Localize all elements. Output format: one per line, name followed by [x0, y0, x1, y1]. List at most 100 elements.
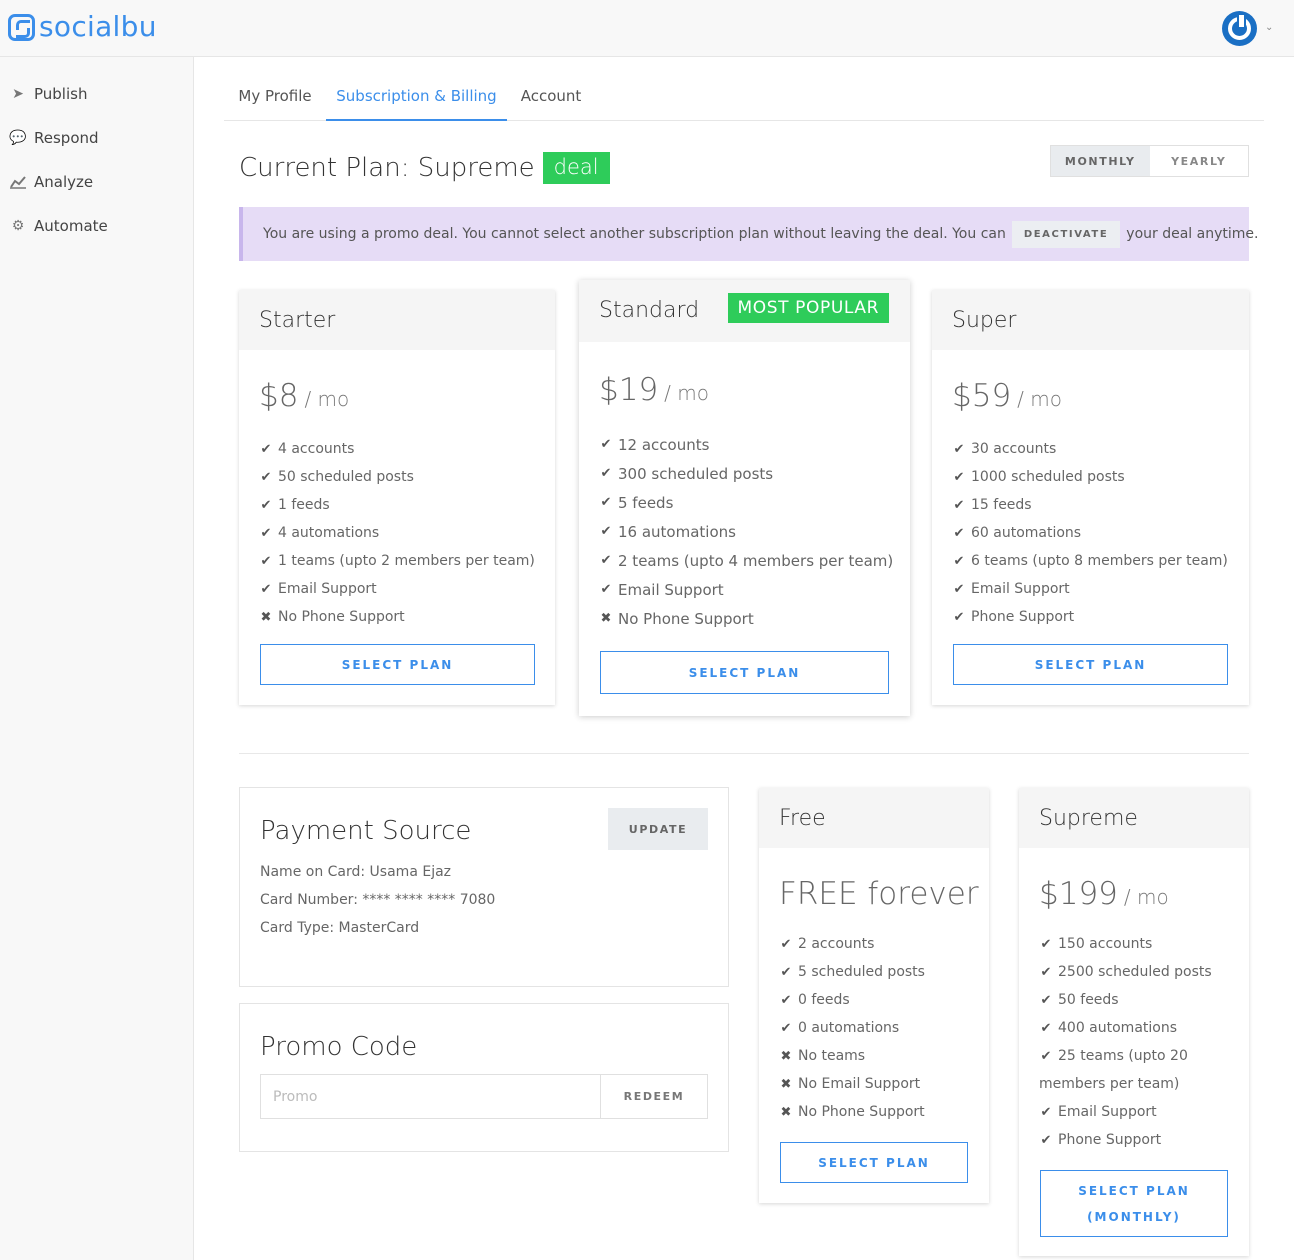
check-icon: ✔: [600, 466, 612, 481]
alert-text: You are using a promo deal. You cannot s…: [263, 226, 1006, 242]
check-icon: ✔: [600, 524, 612, 539]
most-popular-badge: MOST POPULAR: [727, 293, 889, 323]
feature-item: ✖ No Phone Support: [260, 609, 405, 625]
cross-icon: ✖: [600, 611, 612, 626]
check-icon: ✔: [953, 469, 965, 485]
feature-item: ✔ 150 accounts: [1040, 936, 1153, 952]
sidebar-item-automate[interactable]: ⚙ Automate: [10, 215, 108, 237]
check-icon: ✔: [780, 1020, 792, 1036]
plan-features: ✔ 2 accounts ✔ 5 scheduled posts ✔ 0 feeds …: [779, 930, 925, 1126]
feature-item: ✔ 5 scheduled posts: [780, 964, 925, 980]
check-icon: ✔: [953, 609, 965, 625]
plan-card-header: Super: [932, 290, 1249, 350]
cross-icon: ✖: [780, 1104, 792, 1120]
plan-features: ✔ 150 accounts ✔ 2500 scheduled posts ✔ 50 …: [1039, 930, 1212, 1154]
select-plan-monthly-button[interactable]: SELECT PLAN (MONTHLY): [1040, 1170, 1228, 1237]
gears-icon: ⚙: [11, 218, 25, 234]
card-type: Card Type: MasterCard: [260, 920, 420, 936]
check-icon: ✔: [600, 553, 612, 568]
plan-name: Standard: [599, 298, 700, 323]
tab-subscription-billing[interactable]: Subscription & Billing: [326, 76, 507, 121]
feature-item: ✔ 0 automations: [780, 1020, 900, 1036]
sidebar: ➤ Publish 💬 Respond Analyze ⚙ Automate: [0, 57, 194, 1260]
check-icon: ✔: [600, 495, 612, 510]
top-bar: socialbu ⌄: [0, 0, 1294, 57]
plan-name: Starter: [259, 308, 336, 333]
check-icon: ✔: [780, 936, 792, 952]
power-icon: [1228, 15, 1251, 40]
monthly-toggle-button[interactable]: MONTHLY: [1051, 146, 1150, 176]
socialbu-logo-icon: [8, 13, 35, 41]
select-plan-button[interactable]: SELECT PLAN: [780, 1142, 968, 1183]
sidebar-item-respond[interactable]: 💬 Respond: [9, 127, 98, 149]
plan-price: $199/ mo: [1039, 876, 1169, 912]
check-icon: ✔: [780, 992, 792, 1008]
plan-features: ✔ 30 accounts ✔ 1000 scheduled posts ✔ 15 f…: [952, 435, 1228, 631]
cross-icon: ✖: [780, 1048, 792, 1064]
sidebar-item-publish[interactable]: ➤ Publish: [10, 83, 87, 105]
feature-item: ✖ No Phone Support: [780, 1104, 925, 1120]
redeem-button[interactable]: REDEEM: [600, 1074, 708, 1119]
check-icon: ✔: [953, 553, 965, 569]
sidebar-item-analyze[interactable]: Analyze: [10, 171, 93, 193]
tab-my-profile[interactable]: My Profile: [224, 76, 326, 121]
check-icon: ✔: [780, 964, 792, 980]
feature-item: ✔ 0 feeds: [780, 992, 850, 1008]
feature-item: ✔ Email Support: [600, 580, 724, 599]
sidebar-item-label: Publish: [34, 85, 88, 103]
cross-icon: ✖: [780, 1076, 792, 1092]
settings-tabs: My Profile Subscription & Billing Accoun…: [224, 76, 1264, 121]
feature-item: ✔ Email Support: [953, 581, 1070, 597]
avatar[interactable]: [1222, 11, 1257, 46]
plan-price: FREE forever: [779, 876, 979, 912]
select-plan-button[interactable]: SELECT PLAN: [600, 651, 889, 694]
feature-item-continued: members per team): [1039, 1076, 1180, 1092]
feature-item: ✔ 60 automations: [953, 525, 1082, 541]
check-icon: ✔: [260, 441, 272, 457]
check-icon: ✔: [1040, 1104, 1052, 1120]
feature-item: ✖ No Phone Support: [600, 609, 754, 628]
promo-code-title: Promo Code: [260, 1032, 418, 1062]
plan-card-header: Standard MOST POPULAR: [579, 280, 910, 342]
section-divider: [239, 753, 1249, 754]
chevron-down-icon[interactable]: ⌄: [1265, 22, 1273, 33]
plan-features: ✔ 12 accounts ✔ 300 scheduled posts ✔ 5 fee…: [599, 430, 894, 633]
feature-item: ✔ 4 accounts: [260, 441, 355, 457]
tab-account[interactable]: Account: [507, 76, 595, 121]
feature-item: ✖ No Email Support: [780, 1076, 921, 1092]
check-icon: ✔: [260, 553, 272, 569]
feature-item: ✖ No teams: [780, 1048, 866, 1064]
check-icon: ✔: [260, 525, 272, 541]
promo-deal-alert: You are using a promo deal. You cannot s…: [239, 207, 1258, 261]
select-plan-button[interactable]: SELECT PLAN: [260, 644, 535, 685]
promo-code-input[interactable]: [260, 1074, 601, 1119]
select-plan-button-period: (MONTHLY): [1087, 1209, 1181, 1224]
logo-text: socialbu: [39, 10, 157, 43]
feature-item: ✔ 2 accounts: [780, 936, 875, 952]
check-icon: ✔: [1040, 1132, 1052, 1148]
feature-item: ✔ 6 teams (upto 8 members per team): [953, 553, 1228, 569]
line-chart-icon: [10, 175, 26, 189]
feature-item: ✔ 16 automations: [600, 522, 736, 541]
check-icon: ✔: [953, 497, 965, 513]
yearly-toggle-button[interactable]: YEARLY: [1150, 146, 1249, 176]
billing-period-toggle: MONTHLY YEARLY: [1050, 145, 1249, 177]
check-icon: ✔: [953, 525, 965, 541]
feature-item: ✔ 25 teams (upto 20: [1040, 1048, 1188, 1064]
feature-item: ✔ 400 automations: [1040, 1020, 1178, 1036]
deactivate-button[interactable]: DEACTIVATE: [1011, 220, 1121, 248]
feature-item: ✔ 50 feeds: [1040, 992, 1119, 1008]
check-icon: ✔: [1040, 1020, 1052, 1036]
payment-source-card: Payment Source UPDATE Name on Card: Usam…: [239, 787, 729, 987]
feature-item: ✔ Phone Support: [953, 609, 1075, 625]
plan-price: $8/ mo: [259, 378, 350, 414]
update-payment-button[interactable]: UPDATE: [608, 808, 708, 850]
select-plan-button-label: SELECT PLAN: [1078, 1183, 1190, 1198]
feature-item: ✔ Email Support: [1040, 1104, 1157, 1120]
select-plan-button[interactable]: SELECT PLAN: [953, 644, 1228, 685]
logo[interactable]: socialbu: [8, 12, 157, 42]
feature-item: ✔ Phone Support: [1040, 1132, 1162, 1148]
sidebar-item-label: Automate: [34, 217, 108, 235]
deal-badge: deal: [542, 152, 610, 184]
plan-name: Super: [952, 308, 1017, 333]
